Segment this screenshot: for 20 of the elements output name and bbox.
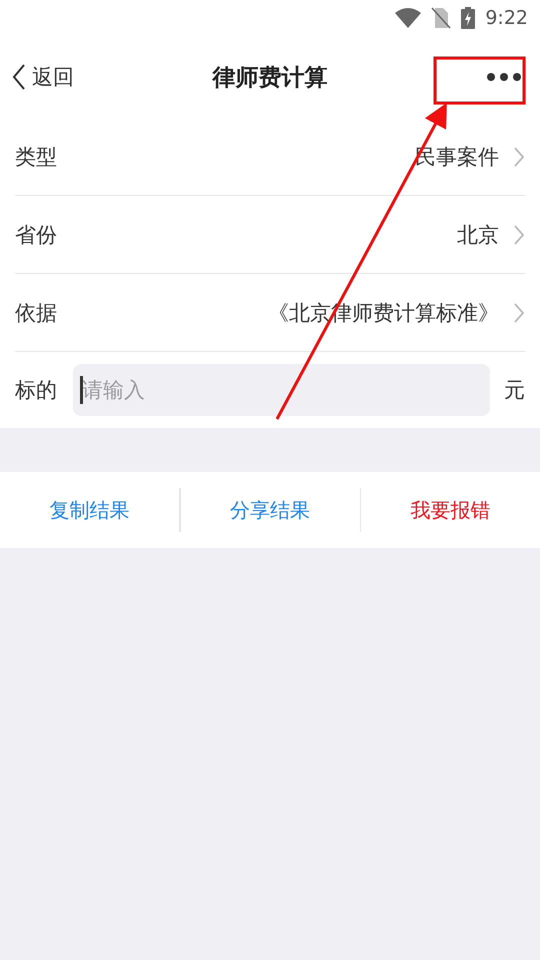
list-row[interactable]: 北京 (457, 220, 525, 248)
amount-field[interactable]: 请输入 (73, 364, 490, 416)
status-time: 9:22 (485, 7, 528, 29)
chevron-right-icon (513, 146, 525, 168)
action-button[interactable]: 我要报错 (361, 472, 540, 548)
chevron-left-icon (12, 63, 26, 91)
back-button[interactable]: 返回 (0, 62, 80, 92)
wifi-icon (395, 8, 422, 28)
row-label: 标的 (15, 377, 57, 404)
page-title: 律师费计算 (212, 64, 328, 90)
chevron-right-icon (513, 302, 525, 324)
battery-icon (461, 7, 476, 29)
chevron-right-icon (513, 224, 525, 246)
unit-label: 元 (504, 377, 525, 404)
action-button[interactable]: 复制结果 (0, 472, 179, 548)
row-label: 省份 (15, 222, 57, 248)
row-label: 类型 (15, 144, 57, 170)
action-button[interactable]: 分享结果 (180, 472, 360, 548)
no-sim-icon (431, 7, 452, 29)
row-label: 依据 (15, 300, 57, 326)
